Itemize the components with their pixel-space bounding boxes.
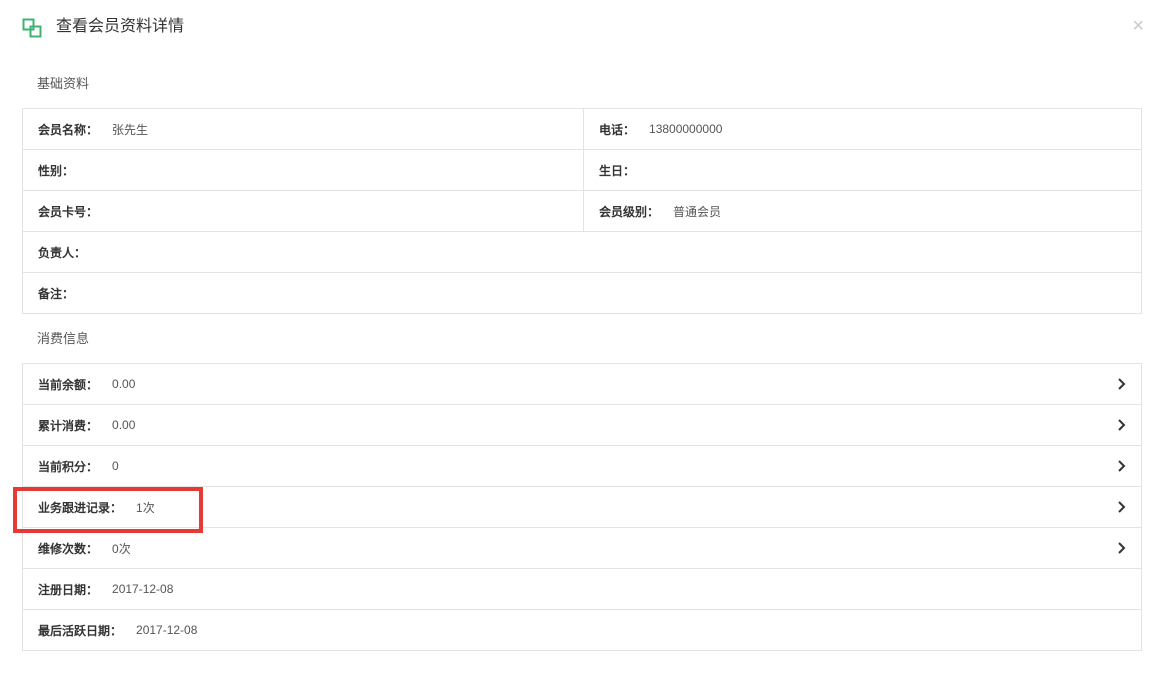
phone-label: 电话： [599,122,636,137]
total-consumption-label: 累计消费： [38,418,99,433]
table-row: 会员名称： 张先生 电话： 13800000000 [23,109,1141,149]
table-row: 负责人： [23,231,1141,272]
member-name-cell: 会员名称： 张先生 [23,109,583,149]
table-row: 性别： 生日： [23,149,1141,190]
table-row: 备注： [23,272,1141,313]
repair-count-cell: 维修次数： 0次 [23,528,1141,568]
gender-label: 性别： [38,163,75,178]
dialog-header: 查看会员资料详情 × [0,0,1164,56]
birthday-label: 生日： [599,163,636,178]
points-label: 当前积分： [38,459,99,474]
last-active-date-cell: 最后活跃日期： 2017-12-08 [23,610,1141,650]
member-card-cell: 会员卡号： [23,191,583,231]
balance-value: 0.00 [112,377,136,391]
register-date-label: 注册日期： [38,582,99,597]
register-date-value: 2017-12-08 [112,582,174,596]
highlight-box [13,487,203,533]
remark-label: 备注： [38,286,75,301]
dialog-title: 查看会员资料详情 [56,18,185,35]
total-consumption-value: 0.00 [112,418,136,432]
member-name-value: 张先生 [112,122,149,137]
birthday-cell: 生日： [583,150,1141,190]
basic-info-section-title: 基础资料 [37,76,90,91]
manager-label: 负责人： [38,245,87,260]
last-active-date-label: 最后活跃日期： [38,623,123,638]
member-level-cell: 会员级别： 普通会员 [583,191,1141,231]
balance-row[interactable]: 当前余额： 0.00 [23,364,1141,404]
balance-cell: 当前余额： 0.00 [23,364,1141,404]
chevron-right-icon[interactable] [1115,418,1129,432]
manager-cell: 负责人： [23,232,1141,272]
repair-count-label: 维修次数： [38,541,99,556]
member-name-label: 会员名称： [38,122,99,137]
chevron-right-icon[interactable] [1115,500,1129,514]
gender-cell: 性别： [23,150,583,190]
member-level-value: 普通会员 [673,204,722,219]
last-active-date-value: 2017-12-08 [136,623,198,637]
phone-cell: 电话： 13800000000 [583,109,1141,149]
table-row: 会员卡号： 会员级别： 普通会员 [23,190,1141,231]
chevron-right-icon[interactable] [1115,377,1129,391]
remark-cell: 备注： [23,273,1141,313]
points-value: 0 [112,459,119,473]
member-level-label: 会员级别： [599,204,660,219]
total-consumption-row[interactable]: 累计消费： 0.00 [23,404,1141,445]
balance-label: 当前余额： [38,377,99,392]
points-cell: 当前积分： 0 [23,446,1141,486]
member-card-label: 会员卡号： [38,204,99,219]
consume-info-section-title: 消费信息 [37,331,90,346]
basic-info-table: 会员名称： 张先生 电话： 13800000000 性别： 生日： 会员卡号： … [22,108,1142,314]
close-button[interactable]: × [1132,15,1144,37]
chevron-right-icon[interactable] [1115,459,1129,473]
register-date-row: 注册日期： 2017-12-08 [23,568,1141,609]
chevron-right-icon[interactable] [1115,541,1129,555]
register-date-cell: 注册日期： 2017-12-08 [23,569,1141,609]
repair-count-row[interactable]: 维修次数： 0次 [23,527,1141,568]
repair-count-value: 0次 [112,541,131,556]
phone-value: 13800000000 [649,122,723,136]
last-active-date-row: 最后活跃日期： 2017-12-08 [23,609,1141,650]
copy-window-icon [22,18,42,38]
total-consumption-cell: 累计消费： 0.00 [23,405,1141,445]
points-row[interactable]: 当前积分： 0 [23,445,1141,486]
